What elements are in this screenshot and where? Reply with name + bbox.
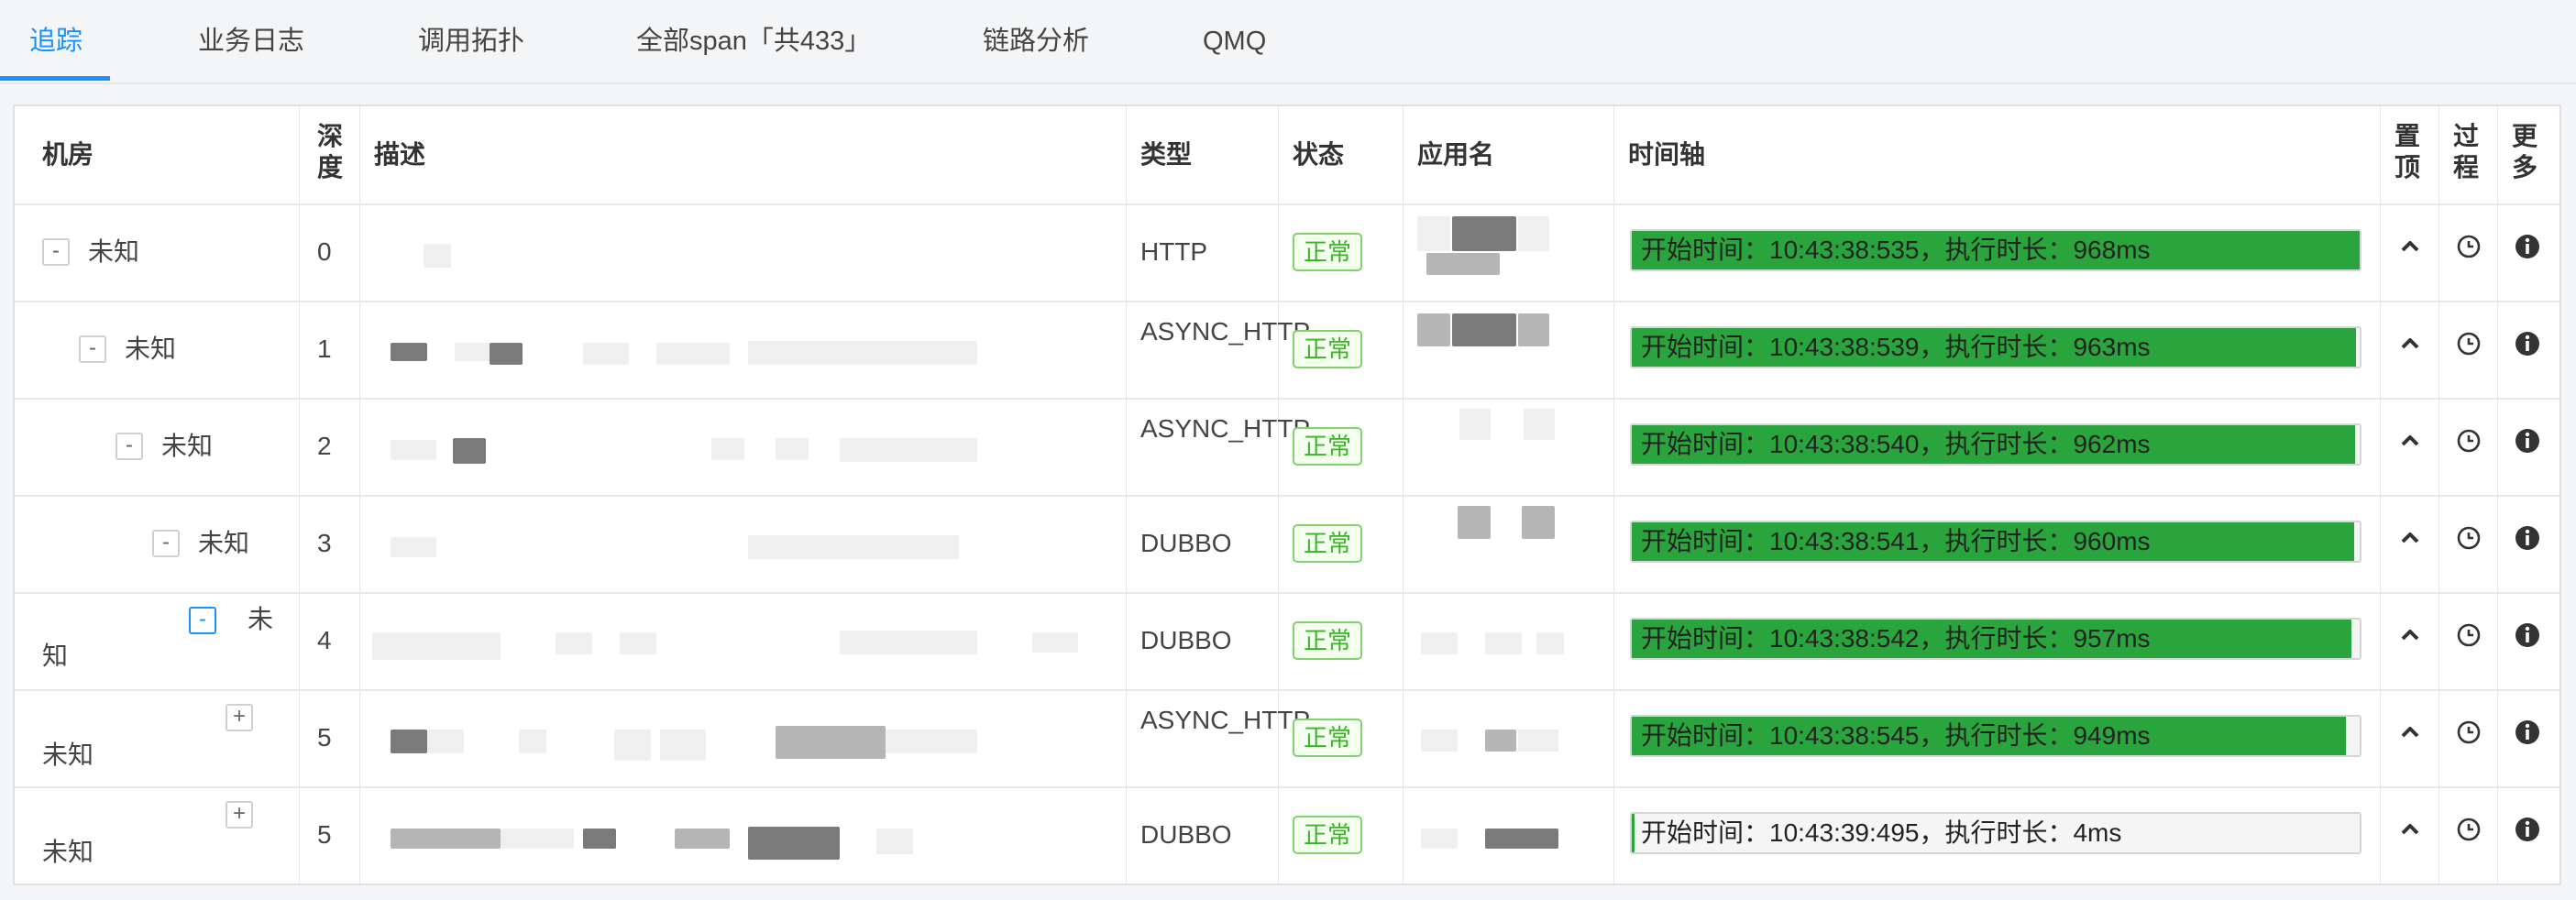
expand-toggle[interactable]: +	[226, 704, 253, 731]
clock-icon[interactable]	[2455, 719, 2482, 746]
info-icon[interactable]	[2514, 719, 2541, 746]
header-depth: 深度	[317, 122, 344, 181]
clock-icon[interactable]	[2455, 233, 2482, 260]
chevron-up-icon[interactable]	[2396, 621, 2424, 649]
header-pin: 置顶	[2394, 122, 2421, 181]
timeline-label: 开始时间：10:43:38:541，执行时长：960ms	[1641, 527, 2151, 555]
depth-cell: 1	[317, 335, 332, 363]
collapse-toggle[interactable]: -	[152, 530, 180, 557]
room-cell: 未知	[198, 529, 250, 557]
room-cell: 未知	[161, 432, 214, 460]
tab-all-spans[interactable]: 全部span「共433」	[636, 0, 871, 82]
status-badge: 正常	[1293, 719, 1362, 757]
chevron-up-icon[interactable]	[2396, 524, 2424, 552]
trace-table: 机房 深度 描述 类型 状态 应用名 时间轴 置顶 过程 更多 - 未知 0 H…	[13, 104, 2561, 885]
header-app-name: 应用名	[1417, 140, 1495, 169]
tab-link-analysis[interactable]: 链路分析	[983, 0, 1089, 82]
header-room: 机房	[42, 140, 94, 169]
chevron-up-icon[interactable]	[2396, 816, 2424, 843]
timeline-label: 开始时间：10:43:38:535，执行时长：968ms	[1641, 236, 2151, 264]
collapse-toggle[interactable]: -	[79, 335, 106, 363]
header-description: 描述	[374, 140, 426, 169]
tab-business-log[interactable]: 业务日志	[198, 0, 304, 82]
type-cell: DUBBO	[1140, 626, 1232, 654]
timeline-label: 开始时间：10:43:38:542，执行时长：957ms	[1641, 624, 2151, 653]
header-process: 过程	[2453, 122, 2480, 181]
depth-cell: 5	[317, 723, 332, 752]
timeline-label: 开始时间：10:43:38:540，执行时长：962ms	[1641, 430, 2151, 458]
header-type: 类型	[1140, 140, 1193, 169]
room-cell: 未知	[42, 838, 94, 866]
active-tab-indicator	[0, 76, 110, 81]
timeline-bar-fill	[1632, 814, 1635, 852]
timeline-label: 开始时间：10:43:38:545，执行时长：949ms	[1641, 721, 2151, 750]
info-icon[interactable]	[2514, 330, 2541, 357]
depth-cell: 3	[317, 529, 332, 557]
header-timeline: 时间轴	[1628, 140, 1706, 169]
info-icon[interactable]	[2514, 621, 2541, 649]
timeline-label: 开始时间：10:43:39:495，执行时长：4ms	[1641, 818, 2122, 847]
type-cell: DUBBO	[1140, 529, 1232, 557]
room-cell: 未知	[88, 237, 140, 266]
chevron-up-icon[interactable]	[2396, 427, 2424, 455]
type-cell: HTTP	[1140, 237, 1208, 266]
timeline-label: 开始时间：10:43:38:539，执行时长：963ms	[1641, 333, 2151, 361]
status-badge: 正常	[1293, 816, 1362, 854]
timeline-bar: 开始时间：10:43:39:495，执行时长：4ms	[1630, 812, 2361, 854]
chevron-up-icon[interactable]	[2396, 719, 2424, 746]
timeline-bar: 开始时间：10:43:38:539，执行时长：963ms	[1630, 326, 2361, 368]
tab-bar: 追踪 业务日志 调用拓扑 全部span「共433」 链路分析 QMQ	[0, 0, 2576, 84]
clock-icon[interactable]	[2455, 427, 2482, 455]
status-badge: 正常	[1293, 330, 1362, 368]
timeline-bar: 开始时间：10:43:38:535，执行时长：968ms	[1630, 229, 2361, 271]
chevron-up-icon[interactable]	[2396, 233, 2424, 260]
tab-call-topology[interactable]: 调用拓扑	[418, 0, 524, 82]
chevron-up-icon[interactable]	[2396, 330, 2424, 357]
info-icon[interactable]	[2514, 427, 2541, 455]
clock-icon[interactable]	[2455, 524, 2482, 552]
timeline-bar: 开始时间：10:43:38:542，执行时长：957ms	[1630, 618, 2361, 660]
info-icon[interactable]	[2514, 524, 2541, 552]
info-icon[interactable]	[2514, 816, 2541, 843]
collapse-toggle[interactable]: -	[116, 433, 143, 460]
type-cell: ASYNC_HTTP	[1140, 414, 1311, 443]
header-more: 更多	[2512, 122, 2538, 181]
timeline-bar: 开始时间：10:43:38:545，执行时长：949ms	[1630, 715, 2361, 757]
status-badge: 正常	[1293, 621, 1362, 660]
depth-cell: 5	[317, 820, 332, 849]
clock-icon[interactable]	[2455, 621, 2482, 649]
depth-cell: 0	[317, 237, 332, 266]
clock-icon[interactable]	[2455, 816, 2482, 843]
header-status: 状态	[1293, 140, 1345, 169]
timeline-bar: 开始时间：10:43:38:541，执行时长：960ms	[1630, 521, 2361, 563]
status-badge: 正常	[1293, 524, 1362, 563]
timeline-bar: 开始时间：10:43:38:540，执行时长：962ms	[1630, 423, 2361, 466]
tab-qmq[interactable]: QMQ	[1203, 0, 1266, 82]
status-badge: 正常	[1293, 427, 1362, 466]
type-cell: ASYNC_HTTP	[1140, 317, 1311, 346]
clock-icon[interactable]	[2455, 330, 2482, 357]
depth-cell: 4	[317, 626, 332, 654]
info-icon[interactable]	[2514, 233, 2541, 260]
type-cell: ASYNC_HTTP	[1140, 706, 1311, 734]
tab-trace[interactable]: 追踪	[29, 0, 83, 82]
type-cell: DUBBO	[1140, 820, 1232, 849]
collapse-toggle[interactable]: -	[42, 238, 70, 266]
room-cell: 未知	[125, 335, 177, 363]
room-cell: 未知	[42, 605, 274, 670]
status-badge: 正常	[1293, 233, 1362, 271]
depth-cell: 2	[317, 432, 332, 460]
expand-toggle[interactable]: +	[226, 801, 253, 829]
room-cell: 未知	[42, 741, 94, 769]
